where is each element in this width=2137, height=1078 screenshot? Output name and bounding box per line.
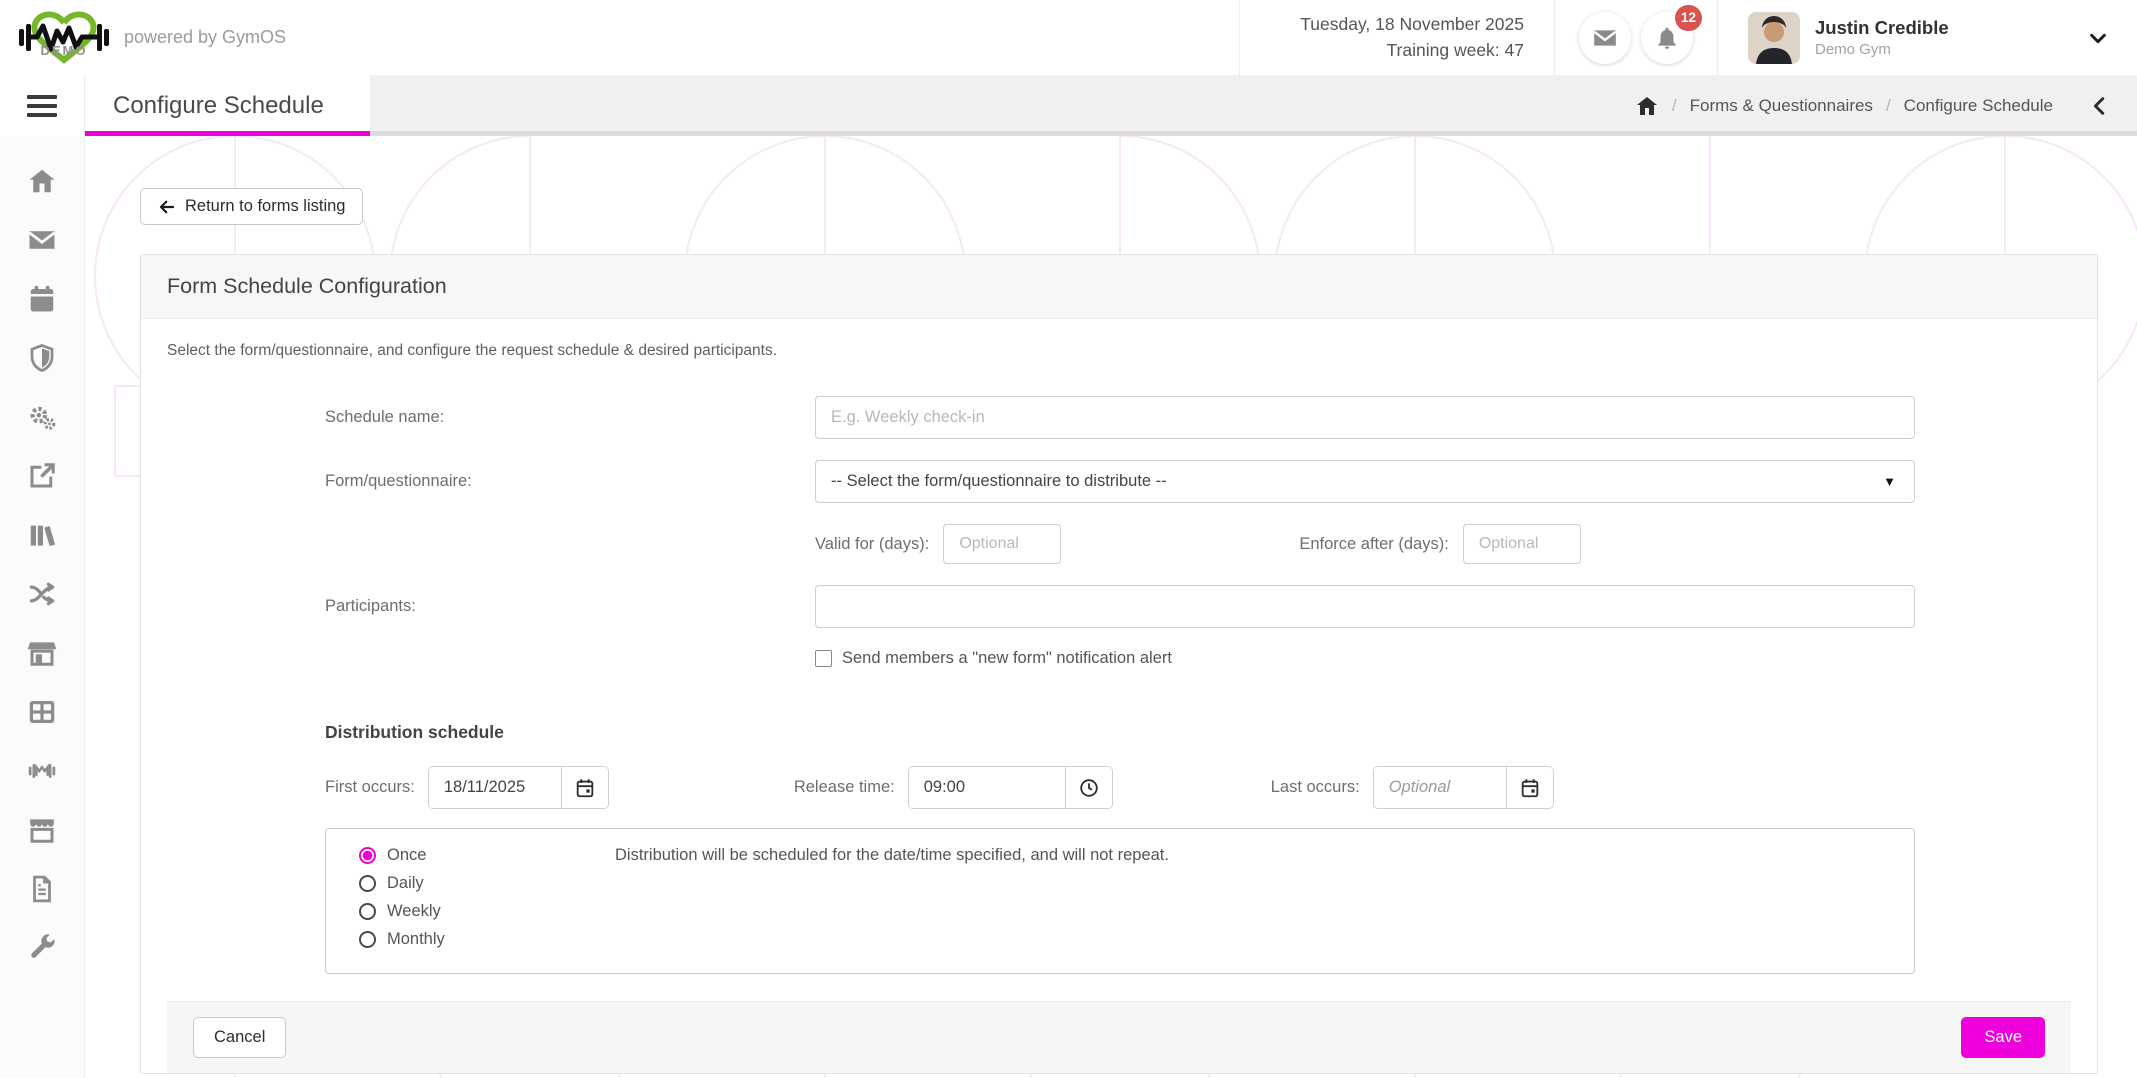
release-time-input[interactable] <box>909 767 1065 808</box>
tab-configure-schedule[interactable]: Configure Schedule <box>85 75 370 136</box>
powered-by-text: powered by GymOS <box>124 27 286 48</box>
new-form-alert-checkbox[interactable] <box>815 650 832 667</box>
home-icon[interactable] <box>27 166 57 196</box>
calendar-icon[interactable] <box>561 767 608 808</box>
distribution-schedule-heading: Distribution schedule <box>325 722 1915 743</box>
return-button-label: Return to forms listing <box>185 197 345 216</box>
enforce-after-label: Enforce after (days): <box>1299 535 1448 554</box>
select-value: -- Select the form/questionnaire to dist… <box>831 472 1167 491</box>
bell-icon <box>1654 25 1680 51</box>
notifications-button[interactable]: 12 <box>1641 12 1693 64</box>
calendar-icon[interactable] <box>27 284 57 314</box>
page-title: Configure Schedule <box>113 92 324 120</box>
recurrence-panel: Once Distribution will be scheduled for … <box>325 828 1915 974</box>
breadcrumb-home-icon[interactable] <box>1635 94 1659 118</box>
user-org: Demo Gym <box>1815 41 1949 58</box>
radio-once[interactable] <box>359 847 376 864</box>
breadcrumb-item-current: Configure Schedule <box>1904 96 2053 116</box>
recurrence-description: Distribution will be scheduled for the d… <box>615 846 1169 865</box>
sidebar <box>0 75 85 1078</box>
first-occurs-group <box>428 766 609 809</box>
user-name: Justin Credible <box>1815 17 1949 39</box>
breadcrumb: / Forms & Questionnaires / Configure Sch… <box>1635 94 2053 118</box>
user-menu[interactable]: Justin Credible Demo Gym <box>1717 0 2137 75</box>
first-occurs-label: First occurs: <box>325 778 415 797</box>
app-header: DEMO powered by GymOS Tuesday, 18 Novemb… <box>0 0 2137 75</box>
mail-icon <box>1592 25 1618 51</box>
last-occurs-group <box>1373 766 1554 809</box>
shuffle-arrows-icon[interactable] <box>27 579 57 609</box>
breadcrumb-separator: / <box>1672 96 1677 116</box>
radio-once-label: Once <box>387 846 615 865</box>
chevron-left-icon[interactable] <box>2089 95 2111 117</box>
participants-input[interactable] <box>815 585 1915 628</box>
document-icon[interactable] <box>27 874 57 904</box>
valid-for-label: Valid for (days): <box>815 535 929 554</box>
table-icon[interactable] <box>27 697 57 727</box>
shop-awning-icon[interactable] <box>27 815 57 845</box>
dumbbell-icon[interactable] <box>27 756 57 786</box>
library-icon[interactable] <box>27 520 57 550</box>
messages-button[interactable] <box>1579 12 1631 64</box>
radio-weekly[interactable] <box>359 903 376 920</box>
share-icon[interactable] <box>27 461 57 491</box>
notification-badge: 12 <box>1675 5 1702 31</box>
radio-monthly[interactable] <box>359 931 376 948</box>
logo-demo-text: DEMO <box>41 43 88 58</box>
participants-label: Participants: <box>325 597 815 616</box>
caret-down-icon: ▼ <box>1883 474 1896 489</box>
valid-for-input[interactable] <box>943 524 1061 564</box>
new-form-alert-label: Send members a "new form" notification a… <box>842 649 1172 668</box>
form-schedule-card: Form Schedule Configuration Select the f… <box>140 254 2098 1074</box>
shield-icon[interactable] <box>27 343 57 373</box>
save-button[interactable]: Save <box>1961 1017 2045 1058</box>
avatar <box>1748 12 1800 64</box>
release-time-group <box>908 766 1113 809</box>
card-title: Form Schedule Configuration <box>141 255 2097 319</box>
clock-icon[interactable] <box>1065 767 1112 808</box>
gym-logo-icon: DEMO <box>18 7 110 69</box>
enforce-after-input[interactable] <box>1463 524 1581 564</box>
wrench-icon[interactable] <box>27 933 57 963</box>
radio-daily[interactable] <box>359 875 376 892</box>
return-to-forms-button[interactable]: Return to forms listing <box>140 188 363 225</box>
logo: DEMO powered by GymOS <box>0 0 286 75</box>
mail-icon[interactable] <box>27 225 57 255</box>
header-date: Tuesday, 18 November 2025 <box>1300 12 1524 37</box>
breadcrumb-item-forms[interactable]: Forms & Questionnaires <box>1690 96 1873 116</box>
storefront-icon[interactable] <box>27 638 57 668</box>
radio-weekly-label: Weekly <box>387 902 615 921</box>
chevron-down-icon[interactable] <box>2087 27 2109 49</box>
release-time-label: Release time: <box>794 778 895 797</box>
cancel-button[interactable]: Cancel <box>193 1017 286 1058</box>
last-occurs-input[interactable] <box>1374 767 1506 808</box>
titlebar: Configure Schedule / Forms & Questionnai… <box>85 75 2137 136</box>
last-occurs-label: Last occurs: <box>1271 778 1360 797</box>
training-week: Training week: 47 <box>1387 38 1524 63</box>
header-icons: 12 <box>1554 0 1717 75</box>
form-questionnaire-label: Form/questionnaire: <box>325 472 815 491</box>
menu-icon[interactable] <box>0 75 84 136</box>
settings-gears-icon[interactable] <box>27 402 57 432</box>
schedule-name-label: Schedule name: <box>325 408 815 427</box>
form-questionnaire-select[interactable]: -- Select the form/questionnaire to dist… <box>815 460 1915 503</box>
card-subtitle: Select the form/questionnaire, and confi… <box>167 342 2071 360</box>
calendar-icon[interactable] <box>1506 767 1553 808</box>
card-footer: Cancel Save <box>167 1001 2071 1073</box>
header-date-block: Tuesday, 18 November 2025 Training week:… <box>1239 0 1554 75</box>
breadcrumb-separator: / <box>1886 96 1891 116</box>
schedule-name-input[interactable] <box>815 396 1915 439</box>
first-occurs-input[interactable] <box>429 767 561 808</box>
radio-monthly-label: Monthly <box>387 930 615 949</box>
arrow-left-icon <box>158 198 176 216</box>
radio-daily-label: Daily <box>387 874 615 893</box>
